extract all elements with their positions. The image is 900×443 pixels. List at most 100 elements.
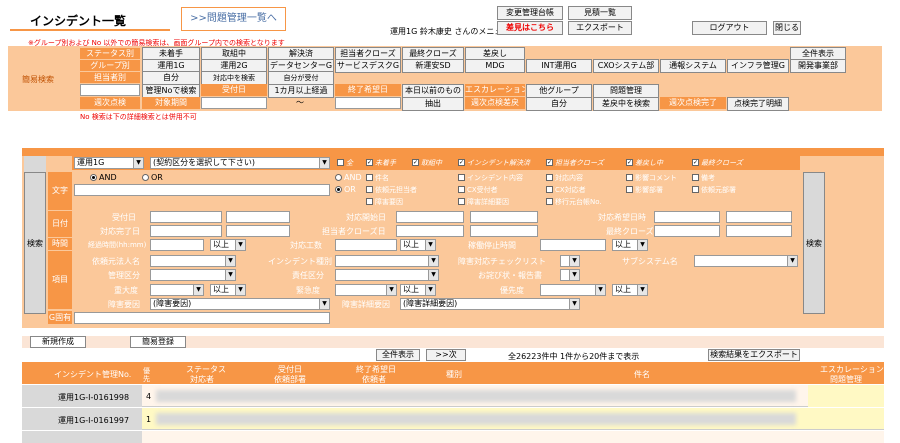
owner-close-from-input[interactable]	[396, 225, 464, 237]
field-content-checkbox[interactable]	[458, 174, 465, 181]
severity-select[interactable]: ▼	[150, 284, 204, 296]
status-final-closed-checkbox[interactable]: ✓	[692, 159, 699, 166]
status-returned-checkbox[interactable]: ✓	[626, 159, 633, 166]
owner-close-to-input[interactable]	[470, 225, 538, 237]
stop-time-cmp-select[interactable]: 以上 ▼	[612, 239, 648, 251]
field-impact-comment-checkbox[interactable]	[626, 174, 633, 181]
desired-from-input[interactable]	[654, 211, 720, 223]
apology-select[interactable]: ▼	[560, 269, 580, 281]
row-incident-no[interactable]: 運用1G-I-0161998	[58, 392, 129, 403]
start-to-input[interactable]	[470, 211, 538, 223]
new-create-button[interactable]: 新規作成	[30, 336, 86, 348]
status-not-started-checkbox[interactable]: ✓	[366, 159, 373, 166]
group-newops-button[interactable]: 新運安SD	[402, 59, 464, 73]
weekly-self-button[interactable]: 自分	[526, 97, 592, 111]
status-in-progress-checkbox[interactable]: ✓	[412, 159, 419, 166]
check-done-detail-button[interactable]: 点検完了明細	[727, 97, 789, 111]
returned-search-button[interactable]: 差戻中を検索	[593, 97, 659, 111]
field-requester-checkbox[interactable]	[366, 186, 373, 193]
resp-class-select[interactable]: ▼	[335, 269, 439, 281]
mgmt-no-input[interactable]	[80, 84, 140, 96]
stop-time-input[interactable]	[540, 239, 606, 251]
problem-mgmt-button[interactable]: 問題管理	[593, 84, 659, 98]
text-or-radio[interactable]	[142, 174, 149, 181]
work-hours-input[interactable]	[335, 239, 397, 251]
field-notes-checkbox[interactable]	[692, 174, 699, 181]
owner-received-button[interactable]: 自分が受付	[268, 71, 334, 85]
owner-active-search-button[interactable]: 対応中を検索	[201, 71, 267, 85]
logout-button[interactable]: ログアウト	[692, 21, 767, 35]
fault-checklist-select[interactable]: ▼	[560, 255, 580, 267]
text-and-radio[interactable]	[90, 174, 97, 181]
gid-input[interactable]	[74, 312, 330, 324]
group-infra-button[interactable]: インフラ管理G	[727, 59, 789, 73]
close-button[interactable]: 閉じる	[773, 21, 801, 35]
next-page-button[interactable]: >>次	[426, 349, 466, 361]
export-button[interactable]: エクスポート	[568, 21, 632, 35]
group-servicedesk-button[interactable]: サービスデスクG	[335, 59, 401, 73]
priority-cmp-select[interactable]: 以上 ▼	[612, 284, 648, 296]
incident-type-select[interactable]: ▼	[335, 255, 439, 267]
easy-register-button[interactable]: 簡易登録	[130, 336, 186, 348]
final-close-to-input[interactable]	[726, 225, 792, 237]
priority-select[interactable]: ▼	[540, 284, 606, 296]
detail-group-select[interactable]: 運用1G ▼	[74, 157, 144, 169]
search-button-left[interactable]: 検索	[24, 172, 46, 314]
change-ledger-button[interactable]: 変更管理台帳	[497, 6, 563, 20]
work-hours-cmp-select[interactable]: 以上 ▼	[400, 239, 436, 251]
export-results-button[interactable]: 検索結果をエクスポート	[708, 349, 800, 361]
elapsed-cmp-select[interactable]: 以上 ▼	[210, 239, 246, 251]
field-cx-handler-checkbox[interactable]	[546, 186, 553, 193]
extract-button[interactable]: 抽出	[402, 97, 464, 111]
urgency-select[interactable]: ▼	[335, 284, 397, 296]
status-all-checkbox[interactable]	[337, 159, 344, 166]
field-legacy-no-checkbox[interactable]	[546, 198, 553, 205]
mgmt-class-select[interactable]: ▼	[150, 269, 236, 281]
checks-or-radio[interactable]	[335, 186, 342, 193]
group-dev-button[interactable]: 開発事業部	[790, 59, 846, 73]
period-from-input[interactable]	[201, 97, 267, 109]
fault-detail-select[interactable]: (障害詳細要因) ▼	[400, 298, 580, 310]
field-fault-cause-checkbox[interactable]	[366, 198, 373, 205]
over-month-button[interactable]: 1カ月以上経過	[268, 84, 334, 98]
received-to-input[interactable]	[226, 211, 290, 223]
field-cx-receiver-checkbox[interactable]	[458, 186, 465, 193]
group-md-button[interactable]: MDG	[465, 59, 525, 73]
before-today-button[interactable]: 本日以前のもの	[402, 84, 464, 98]
problem-list-link[interactable]: >>問題管理一覧へ	[181, 7, 286, 31]
quote-list-button[interactable]: 見積一覧	[568, 6, 632, 20]
group-notify-button[interactable]: 通報システム	[660, 59, 726, 73]
other-group-button[interactable]: 他グループ	[526, 84, 592, 98]
checks-and-radio[interactable]	[335, 174, 342, 181]
final-close-from-input[interactable]	[654, 225, 720, 237]
period-to-input[interactable]	[335, 97, 401, 109]
field-subject-checkbox[interactable]	[366, 174, 373, 181]
field-impact-dept-checkbox[interactable]	[626, 186, 633, 193]
search-button-right[interactable]: 検索	[803, 172, 825, 314]
complete-from-input[interactable]	[150, 225, 222, 237]
row-incident-no[interactable]: 運用1G-I-0161997	[58, 415, 129, 426]
requester-corp-select[interactable]: ▼	[150, 255, 236, 267]
group-int-button[interactable]: INT運用G	[526, 59, 592, 73]
urgency-cmp-select[interactable]: 以上 ▼	[400, 284, 436, 296]
complete-to-input[interactable]	[226, 225, 290, 237]
subsystem-select[interactable]: ▼	[694, 255, 798, 267]
desired-to-input[interactable]	[726, 211, 792, 223]
elapsed-time-input[interactable]	[150, 239, 204, 251]
submit-button[interactable]: 差見はこちら	[497, 21, 563, 35]
status-owner-closed-checkbox[interactable]: ✓	[546, 159, 553, 166]
mgmt-no-search-button[interactable]: 管理Noで検索	[142, 84, 200, 98]
received-from-input[interactable]	[150, 211, 222, 223]
start-from-input[interactable]	[396, 211, 464, 223]
contract-type-select[interactable]: (契約区分を選択して下さい) ▼	[150, 157, 330, 169]
field-fault-detail-checkbox[interactable]	[458, 198, 465, 205]
field-response-checkbox[interactable]	[546, 174, 553, 181]
fault-cause-select[interactable]: (障害要因) ▼	[150, 298, 330, 310]
field-requester-dept-checkbox[interactable]	[692, 186, 699, 193]
group-cxo-button[interactable]: CXOシステム部	[593, 59, 659, 73]
status-resolved-checkbox[interactable]: ✓	[458, 159, 465, 166]
show-all-list-button[interactable]: 全件表示	[376, 349, 420, 361]
severity-cmp-select[interactable]: 以上 ▼	[210, 284, 246, 296]
keyword-input[interactable]	[74, 184, 330, 196]
owner-self-button[interactable]: 自分	[142, 71, 200, 85]
